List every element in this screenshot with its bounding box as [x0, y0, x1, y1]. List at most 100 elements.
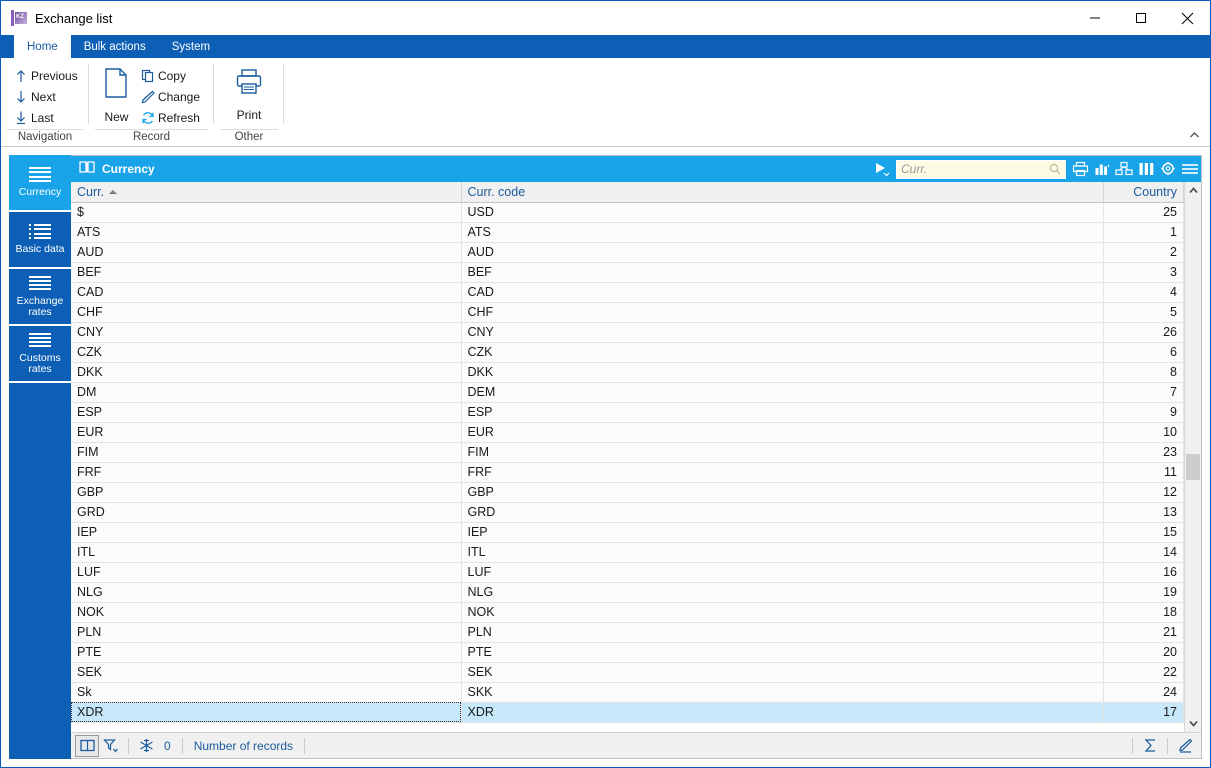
- cell-country[interactable]: 19: [1103, 582, 1184, 603]
- cell-country[interactable]: 12: [1103, 482, 1184, 503]
- column-header-country[interactable]: Country: [1103, 182, 1184, 203]
- cell-country[interactable]: 16: [1103, 562, 1184, 583]
- cell-country[interactable]: 21: [1103, 622, 1184, 643]
- cell-curr-code[interactable]: IEP: [461, 522, 1104, 543]
- cell-curr-code[interactable]: FIM: [461, 442, 1104, 463]
- chart-icon[interactable]: [1091, 156, 1113, 182]
- snowflake-icon[interactable]: [134, 735, 158, 757]
- cell-curr[interactable]: DKK: [71, 362, 462, 383]
- cell-country[interactable]: 10: [1103, 422, 1184, 443]
- pencil-icon[interactable]: [1173, 735, 1197, 757]
- cell-curr[interactable]: FIM: [71, 442, 462, 463]
- number-of-records-label[interactable]: Number of records: [188, 739, 299, 753]
- table-row[interactable]: ATS ATS 1: [71, 222, 1184, 243]
- scroll-up-arrow[interactable]: [1185, 182, 1201, 199]
- cell-country[interactable]: 3: [1103, 262, 1184, 283]
- table-row[interactable]: SEK SEK 22: [71, 662, 1184, 683]
- cell-curr-code[interactable]: XDR: [461, 702, 1104, 723]
- cell-curr-code[interactable]: NOK: [461, 602, 1104, 623]
- minimize-button[interactable]: [1072, 1, 1118, 35]
- tab-home[interactable]: Home: [14, 35, 71, 58]
- cell-curr-code[interactable]: CZK: [461, 342, 1104, 363]
- cell-country[interactable]: 18: [1103, 602, 1184, 623]
- cell-curr[interactable]: SEK: [71, 662, 462, 683]
- table-row[interactable]: XDR XDR 17: [71, 702, 1184, 723]
- book-icon[interactable]: [75, 734, 99, 757]
- sidebar-item-customs-rates[interactable]: Customs rates: [9, 326, 71, 383]
- settings-gear-icon[interactable]: [1157, 156, 1179, 182]
- last-button[interactable]: Last: [9, 107, 84, 128]
- chevron-up-icon[interactable]: [1186, 127, 1202, 143]
- sidebar-item-exchange-rates[interactable]: Exchange rates: [9, 269, 71, 326]
- cell-curr[interactable]: $: [71, 202, 462, 223]
- cell-curr[interactable]: XDR: [71, 702, 462, 723]
- cell-country[interactable]: 11: [1103, 462, 1184, 483]
- table-row[interactable]: Sk SKK 24: [71, 682, 1184, 703]
- cell-curr-code[interactable]: BEF: [461, 262, 1104, 283]
- cell-country[interactable]: 15: [1103, 522, 1184, 543]
- cell-country[interactable]: 24: [1103, 682, 1184, 703]
- cell-country[interactable]: 1: [1103, 222, 1184, 243]
- previous-button[interactable]: Previous: [9, 65, 84, 86]
- cell-country[interactable]: 5: [1103, 302, 1184, 323]
- refresh-button[interactable]: Refresh: [136, 107, 206, 128]
- search-input[interactable]: [897, 162, 1049, 176]
- columns-icon[interactable]: [1135, 156, 1157, 182]
- cell-curr-code[interactable]: AUD: [461, 242, 1104, 263]
- cell-curr[interactable]: PTE: [71, 642, 462, 663]
- cell-country[interactable]: 23: [1103, 442, 1184, 463]
- table-row[interactable]: GBP GBP 12: [71, 482, 1184, 503]
- cell-curr-code[interactable]: ITL: [461, 542, 1104, 563]
- cell-curr[interactable]: ESP: [71, 402, 462, 423]
- table-row[interactable]: ESP ESP 9: [71, 402, 1184, 423]
- scrollbar-track[interactable]: [1185, 199, 1201, 715]
- cell-curr-code[interactable]: GBP: [461, 482, 1104, 503]
- vertical-scrollbar[interactable]: [1184, 182, 1201, 732]
- scrollbar-thumb[interactable]: [1186, 454, 1200, 480]
- cell-curr[interactable]: BEF: [71, 262, 462, 283]
- table-row[interactable]: CAD CAD 4: [71, 282, 1184, 303]
- table-row[interactable]: EUR EUR 10: [71, 422, 1184, 443]
- next-button[interactable]: Next: [9, 86, 84, 107]
- cell-curr-code[interactable]: SEK: [461, 662, 1104, 683]
- cell-curr[interactable]: CHF: [71, 302, 462, 323]
- cell-curr[interactable]: IEP: [71, 522, 462, 543]
- cell-curr[interactable]: GBP: [71, 482, 462, 503]
- column-header-curr-code[interactable]: Curr. code: [461, 182, 1104, 203]
- print-icon[interactable]: [1069, 156, 1091, 182]
- cell-country[interactable]: 17: [1103, 702, 1184, 723]
- cell-curr-code[interactable]: EUR: [461, 422, 1104, 443]
- cell-curr[interactable]: ITL: [71, 542, 462, 563]
- cell-curr-code[interactable]: LUF: [461, 562, 1104, 583]
- scroll-down-arrow[interactable]: [1185, 715, 1201, 732]
- table-row[interactable]: AUD AUD 2: [71, 242, 1184, 263]
- cell-country[interactable]: 13: [1103, 502, 1184, 523]
- change-button[interactable]: Change: [136, 86, 206, 107]
- cell-curr-code[interactable]: CNY: [461, 322, 1104, 343]
- cell-country[interactable]: 20: [1103, 642, 1184, 663]
- table-row[interactable]: NLG NLG 19: [71, 582, 1184, 603]
- table-row[interactable]: PLN PLN 21: [71, 622, 1184, 643]
- search-icon[interactable]: [1049, 163, 1065, 175]
- cell-country[interactable]: 25: [1103, 202, 1184, 223]
- table-row[interactable]: CZK CZK 6: [71, 342, 1184, 363]
- cell-curr[interactable]: NLG: [71, 582, 462, 603]
- table-row[interactable]: FIM FIM 23: [71, 442, 1184, 463]
- cell-country[interactable]: 4: [1103, 282, 1184, 303]
- column-header-curr[interactable]: Curr.: [71, 182, 462, 203]
- cell-curr[interactable]: AUD: [71, 242, 462, 263]
- table-row[interactable]: CHF CHF 5: [71, 302, 1184, 323]
- new-button[interactable]: New: [97, 63, 136, 124]
- cell-country[interactable]: 22: [1103, 662, 1184, 683]
- table-row[interactable]: ITL ITL 14: [71, 542, 1184, 563]
- pivot-icon[interactable]: [1113, 156, 1135, 182]
- cell-country[interactable]: 26: [1103, 322, 1184, 343]
- play-dropdown-icon[interactable]: [870, 156, 896, 182]
- maximize-button[interactable]: [1118, 1, 1164, 35]
- cell-country[interactable]: 6: [1103, 342, 1184, 363]
- filter-dropdown-icon[interactable]: [99, 735, 123, 757]
- copy-button[interactable]: Copy: [136, 65, 206, 86]
- cell-curr[interactable]: ATS: [71, 222, 462, 243]
- cell-country[interactable]: 14: [1103, 542, 1184, 563]
- cell-curr[interactable]: Sk: [71, 682, 462, 703]
